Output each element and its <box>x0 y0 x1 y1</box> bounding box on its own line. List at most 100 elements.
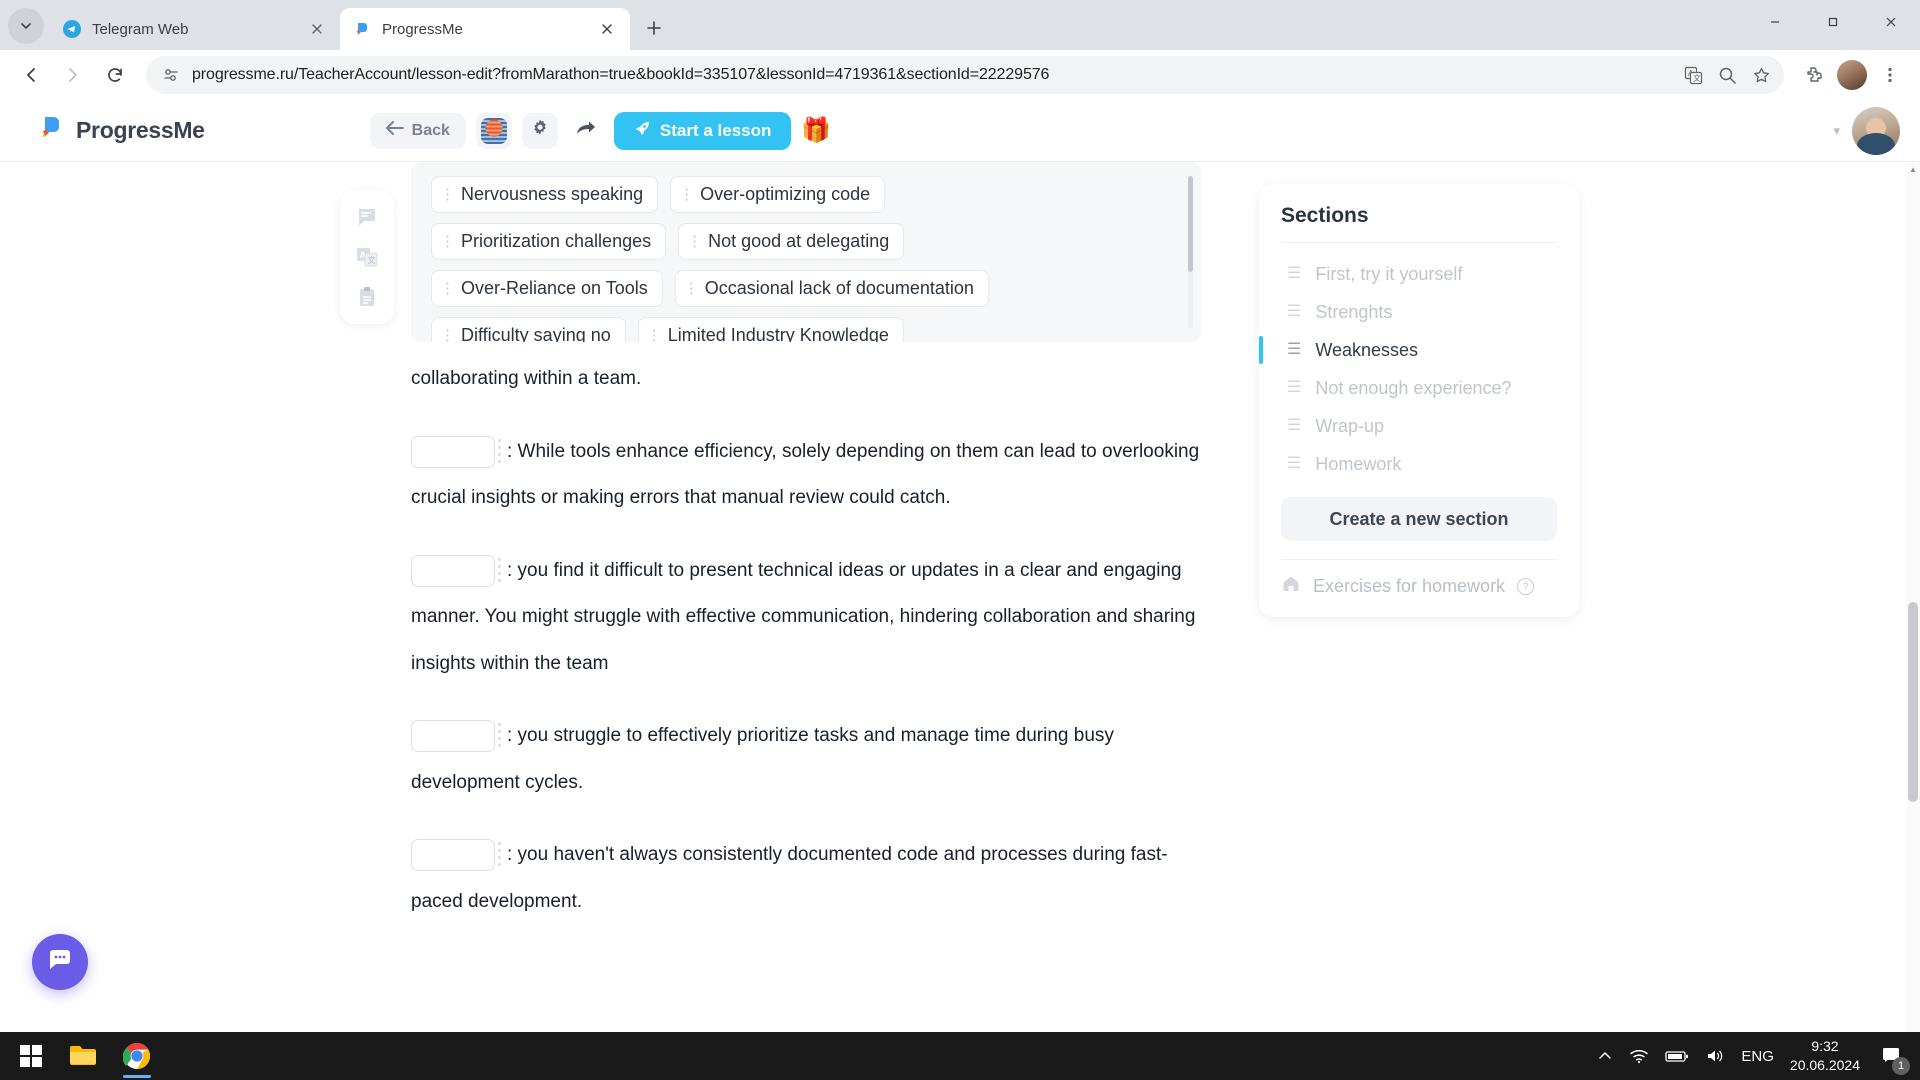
start-lesson-button[interactable]: Start a lesson <box>614 112 792 150</box>
tag-chip[interactable]: ⋮ Over-Reliance on Tools <box>431 270 663 307</box>
drag-grip-icon: ⋮ <box>684 281 698 296</box>
create-new-section-button[interactable]: Create a new section <box>1281 497 1557 541</box>
reload-button[interactable] <box>96 56 134 94</box>
sidebar-item-first-try-it-yourself[interactable]: ☰ First, try it yourself <box>1281 255 1557 293</box>
translate-icon[interactable]: A 文 <box>354 244 380 270</box>
tab-search-chevron-icon[interactable] <box>8 8 44 44</box>
drag-handle-icon[interactable]: ☰ <box>1287 266 1301 282</box>
chat-support-button[interactable] <box>32 934 88 990</box>
search-zoom-icon[interactable] <box>1712 60 1742 90</box>
scroll-up-arrow-icon[interactable]: ▲ <box>1906 162 1920 176</box>
sidebar-item-not-enough-experience[interactable]: ☰ Not enough experience? <box>1281 369 1557 407</box>
scrollbar-thumb[interactable] <box>1188 176 1193 272</box>
battery-icon[interactable] <box>1665 1049 1689 1063</box>
sunrise-icon <box>481 118 507 144</box>
svg-text:文: 文 <box>368 255 376 265</box>
drag-handle-icon[interactable]: ☰ <box>1287 304 1301 320</box>
app-header: ProgressMe Back <box>0 100 1920 162</box>
paragraph-lead-tail: collaborating within a team. <box>411 356 1201 403</box>
app-logo[interactable]: ProgressMe <box>36 113 205 148</box>
clipboard-icon[interactable] <box>354 284 380 310</box>
translate-icon[interactable]: A 文 <box>1678 60 1708 90</box>
avatar[interactable] <box>1852 107 1900 155</box>
page-viewport: ProgressMe Back <box>0 100 1920 1032</box>
section-label: Not enough experience? <box>1315 378 1511 399</box>
sidebar-item-wrap-up[interactable]: ☰ Wrap-up <box>1281 407 1557 445</box>
minimize-button[interactable] <box>1746 0 1804 44</box>
page-scrollbar[interactable]: ▲ <box>1906 162 1920 1032</box>
share-button[interactable] <box>568 113 604 149</box>
drag-grip-icon: ⋮ <box>679 187 693 202</box>
chevron-down-icon[interactable]: ▾ <box>1833 123 1840 139</box>
blank-input[interactable] <box>411 436 495 468</box>
maximize-button[interactable] <box>1804 0 1862 44</box>
tag-chip[interactable]: ⋮ Over-optimizing code <box>670 176 885 213</box>
blank-input[interactable] <box>411 555 495 587</box>
drag-handle-icon[interactable]: ☰ <box>1287 380 1301 396</box>
clock-date: 20.06.2024 <box>1790 1056 1860 1075</box>
browser-tab-progressme[interactable]: ProgressMe <box>340 8 630 50</box>
settings-button[interactable] <box>522 113 558 149</box>
close-icon[interactable] <box>596 18 618 40</box>
drag-grip-icon: ⋮ <box>440 281 454 296</box>
section-label: Weaknesses <box>1315 340 1418 361</box>
address-bar[interactable]: progressme.ru/TeacherAccount/lesson-edit… <box>146 56 1784 94</box>
homework-label: Exercises for homework <box>1313 576 1505 597</box>
back-button[interactable] <box>12 56 50 94</box>
tag-chip[interactable]: ⋮ Limited Industry Knowledge <box>638 317 904 342</box>
close-window-button[interactable] <box>1862 0 1920 44</box>
home-icon <box>1281 574 1301 599</box>
tag-chip[interactable]: ⋮ Nervousness speaking <box>431 176 658 213</box>
forward-button[interactable] <box>54 56 92 94</box>
sidebar-item-homework[interactable]: ☰ Homework <box>1281 445 1557 483</box>
sidebar-item-strenghts[interactable]: ☰ Strenghts <box>1281 293 1557 331</box>
comment-icon[interactable] <box>354 204 380 230</box>
drag-handle-icon[interactable]: ☰ <box>1287 456 1301 472</box>
gear-icon <box>530 118 550 143</box>
blank-input[interactable] <box>411 839 495 871</box>
scrollbar-thumb[interactable] <box>1908 602 1918 802</box>
kebab-menu-icon[interactable] <box>1872 57 1908 93</box>
star-icon[interactable] <box>1746 60 1776 90</box>
browser-tab-telegram[interactable]: Telegram Web <box>50 8 340 50</box>
notification-center-button[interactable]: 1 <box>1876 1041 1906 1071</box>
new-tab-button[interactable] <box>636 10 672 46</box>
site-settings-icon[interactable] <box>160 64 182 86</box>
close-icon[interactable] <box>306 18 328 40</box>
taskbar-app-chrome[interactable] <box>110 1032 164 1080</box>
gift-icon[interactable]: 🎁 <box>801 119 831 143</box>
tag-chip[interactable]: ⋮ Occasional lack of documentation <box>675 270 989 307</box>
back-to-lessons-button[interactable]: Back <box>370 113 466 149</box>
browser-toolbar-right <box>1796 57 1908 93</box>
clock[interactable]: 9:32 20.06.2024 <box>1790 1037 1860 1075</box>
tag-rows: ⋮ Nervousness speaking ⋮ Over-optimizing… <box>431 176 1181 342</box>
drag-handle-icon[interactable]: ☰ <box>1287 342 1301 358</box>
app-logo-text: ProgressMe <box>76 117 205 144</box>
question-circle-icon[interactable]: ? <box>1517 578 1534 595</box>
tag-label: Limited Industry Knowledge <box>668 325 889 342</box>
paragraph-text: : While tools enhance efficiency, solely… <box>411 441 1199 509</box>
tag-bank-scrollbar[interactable] <box>1188 176 1193 328</box>
blank-input[interactable] <box>411 720 495 752</box>
tag-row: ⋮ Difficulty saying no ⋮ Limited Industr… <box>431 317 1181 342</box>
tag-label: Occasional lack of documentation <box>705 278 974 299</box>
drag-handle-icon[interactable]: ☰ <box>1287 418 1301 434</box>
start-button[interactable] <box>6 1032 56 1080</box>
volume-icon[interactable] <box>1705 1048 1725 1064</box>
exercises-for-homework-row[interactable]: Exercises for homework ? <box>1281 574 1557 599</box>
wifi-icon[interactable] <box>1629 1048 1649 1064</box>
language-indicator[interactable]: ENG <box>1741 1048 1774 1065</box>
tag-chip[interactable]: ⋮ Not good at delegating <box>678 223 904 260</box>
editor-tool-rail: A 文 <box>340 190 394 324</box>
tag-label: Difficulty saying no <box>461 325 611 342</box>
tag-chip[interactable]: ⋮ Difficulty saying no <box>431 317 626 342</box>
tag-chip[interactable]: ⋮ Prioritization challenges <box>431 223 666 260</box>
profile-avatar[interactable] <box>1834 57 1870 93</box>
theme-sunrise-button[interactable] <box>476 113 512 149</box>
url-text: progressme.ru/TeacherAccount/lesson-edit… <box>192 66 1668 84</box>
sidebar-item-weaknesses[interactable]: ☰ Weaknesses <box>1281 331 1557 369</box>
section-label: Wrap-up <box>1315 416 1384 437</box>
extensions-icon[interactable] <box>1796 57 1832 93</box>
show-hidden-icons[interactable] <box>1597 1048 1613 1064</box>
taskbar-app-file-explorer[interactable] <box>56 1032 110 1080</box>
